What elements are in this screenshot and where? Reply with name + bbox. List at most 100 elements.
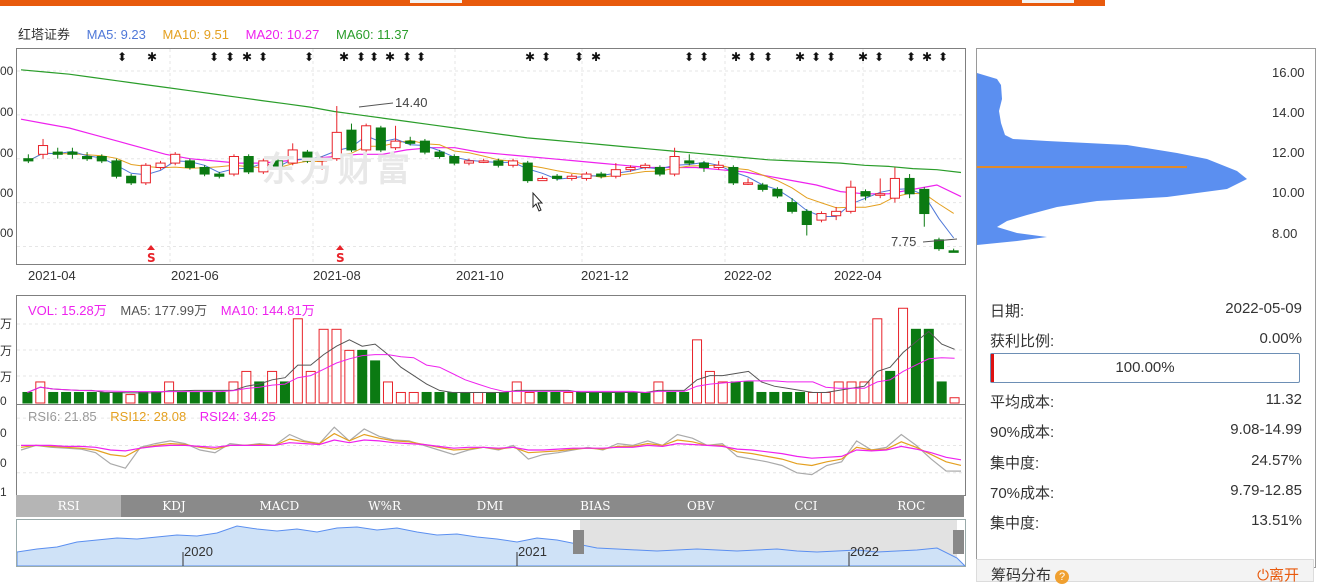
volume-bar <box>215 391 226 404</box>
navigator-year: 2021 <box>518 544 547 559</box>
date-value: 2022-05-09 <box>1225 300 1302 317</box>
volume-bar <box>408 391 419 404</box>
volume-bar <box>653 381 664 404</box>
volume-bar <box>820 391 831 404</box>
signal-marker: ⬍ <box>541 50 551 64</box>
navigator-year: 2020 <box>184 544 213 559</box>
navigator-overview[interactable] <box>17 520 965 566</box>
candle-body <box>713 164 724 168</box>
ma5-label: MA5: 9.23 <box>86 27 146 42</box>
x-axis-label: 2021-04 <box>28 268 76 283</box>
volume-bar <box>189 391 200 404</box>
volume-bar <box>589 391 600 404</box>
volume-bar <box>769 391 780 404</box>
volume-bar <box>279 381 290 404</box>
progress-text: 100.00% <box>1115 359 1175 376</box>
volume-bar <box>885 370 896 404</box>
candle-body <box>654 166 665 175</box>
candle-body <box>126 175 137 184</box>
signal-marker: ✱ <box>385 50 395 64</box>
chip-axis-label: 10.00 <box>1272 185 1305 200</box>
volume-bar <box>563 391 574 404</box>
profit-value: 0.00% <box>1259 330 1302 347</box>
volume-bar <box>923 328 934 404</box>
vol-ma5-label: MA5: 177.99万 <box>120 303 208 318</box>
volume-bar <box>382 381 393 404</box>
left-axis-label: 00 <box>0 105 14 119</box>
avg-cost-label: 平均成本: <box>990 394 1055 411</box>
volume-bar <box>35 381 46 404</box>
candlestick-chart[interactable]: ⬍ ✱ ⬍ ⬍ ✱ ⬍ ⬍ ✱ ⬍ ⬍ ✱ ⬍ ⬍ ✱ ⬍ ⬍ ✱ ⬍ ⬍ ✱ ⬍ ⬍ ✱ ⬍ ⬍ ✱ ⬍ ⬍ ✱ ⬍S S14.407.7… <box>17 49 965 265</box>
volume-bar <box>859 381 870 404</box>
navigator-left-handle[interactable] <box>573 530 584 554</box>
candle-body <box>67 151 78 155</box>
tab-bias[interactable]: BIAS <box>543 495 648 517</box>
signal-marker: ✱ <box>525 50 535 64</box>
signal-marker: ✱ <box>731 50 741 64</box>
signal-marker: ⬍ <box>763 50 773 64</box>
volume-bar <box>447 391 458 404</box>
volume-bar <box>22 391 33 404</box>
cost90-value: 9.08-14.99 <box>1230 421 1302 438</box>
vol-axis-label: 万 <box>0 370 13 384</box>
tab-obv[interactable]: OBV <box>648 495 753 517</box>
tab-macd[interactable]: MACD <box>227 495 332 517</box>
candle-body <box>140 164 151 184</box>
volume-bar <box>666 391 677 404</box>
x-axis-label: 2021-08 <box>313 268 361 283</box>
range-navigator[interactable] <box>16 519 966 567</box>
power-icon: ⏻ <box>1257 567 1269 584</box>
tab-cci[interactable]: CCI <box>753 495 858 517</box>
volume-bar <box>833 381 844 404</box>
volume-bar <box>730 381 741 404</box>
chip-axis-label: 16.00 <box>1272 65 1305 80</box>
candle-body <box>199 166 210 175</box>
candle-body <box>184 160 195 168</box>
signal-marker: ⬍ <box>938 50 948 64</box>
candle-body <box>698 162 710 168</box>
date-label: 日期: <box>990 303 1025 320</box>
volume-bar <box>743 381 754 404</box>
chip-axis-label: 12.00 <box>1272 145 1305 160</box>
volume-bar <box>872 318 883 404</box>
signal-marker: ⬍ <box>874 50 884 64</box>
sell-signal-arrow <box>336 245 344 250</box>
ma20-label: MA20: 10.27 <box>245 27 320 42</box>
signal-marker: ⬍ <box>684 50 694 64</box>
volume-bar <box>485 391 497 404</box>
candle-body <box>669 156 680 175</box>
cost70-label: 70%成本: <box>990 485 1055 502</box>
candle-body <box>801 210 812 226</box>
volume-bar <box>151 391 162 404</box>
tab-rsi[interactable]: RSI <box>16 495 122 517</box>
vol-axis-label: 万 <box>0 344 13 358</box>
candle-body <box>449 156 460 164</box>
profit-label: 获利比例: <box>990 333 1055 350</box>
tab-kdj[interactable]: KDJ <box>121 495 226 517</box>
candle-body <box>155 162 166 168</box>
candle-body <box>228 156 240 175</box>
mouse-cursor-icon <box>532 191 544 212</box>
tab-roc[interactable]: ROC <box>859 495 964 517</box>
volume-bar <box>434 391 445 404</box>
x-axis-label: 2022-04 <box>834 268 882 283</box>
tab-wr[interactable]: W%R <box>332 495 437 517</box>
profit-row: 获利比例: 0.00% <box>990 330 1302 351</box>
x-axis-label: 2021-10 <box>456 268 504 283</box>
price-chart-panel[interactable]: ⬍ ✱ ⬍ ⬍ ✱ ⬍ ⬍ ✱ ⬍ ⬍ ✱ ⬍ ⬍ ✱ ⬍ ⬍ ✱ ⬍ ⬍ ✱ ⬍ ⬍ ✱ ⬍ ⬍ ✱ ⬍ ⬍ ✱ ⬍ S S 14.40 7.7… <box>16 48 966 265</box>
volume-bar <box>614 391 625 404</box>
navigator-right-handle[interactable] <box>953 530 964 554</box>
cost70-value: 9.79-12.85 <box>1230 482 1302 499</box>
rsi-axis-label: 0 <box>0 456 7 470</box>
volume-legend: VOL: 15.28万 MA5: 177.99万 MA10: 144.81万 <box>28 300 325 319</box>
volume-bar <box>524 391 535 404</box>
volume-bar <box>125 394 136 404</box>
watermark: 东方财富 <box>262 151 414 189</box>
vol-label: VOL: 15.28万 <box>28 303 107 318</box>
signal-marker: ⬍ <box>258 50 268 64</box>
tab-dmi[interactable]: DMI <box>437 495 542 517</box>
rsi12-line <box>20 432 962 467</box>
volume-bar <box>164 381 175 404</box>
signal-marker: ⬍ <box>811 50 821 64</box>
signal-marker: ✱ <box>242 50 252 64</box>
